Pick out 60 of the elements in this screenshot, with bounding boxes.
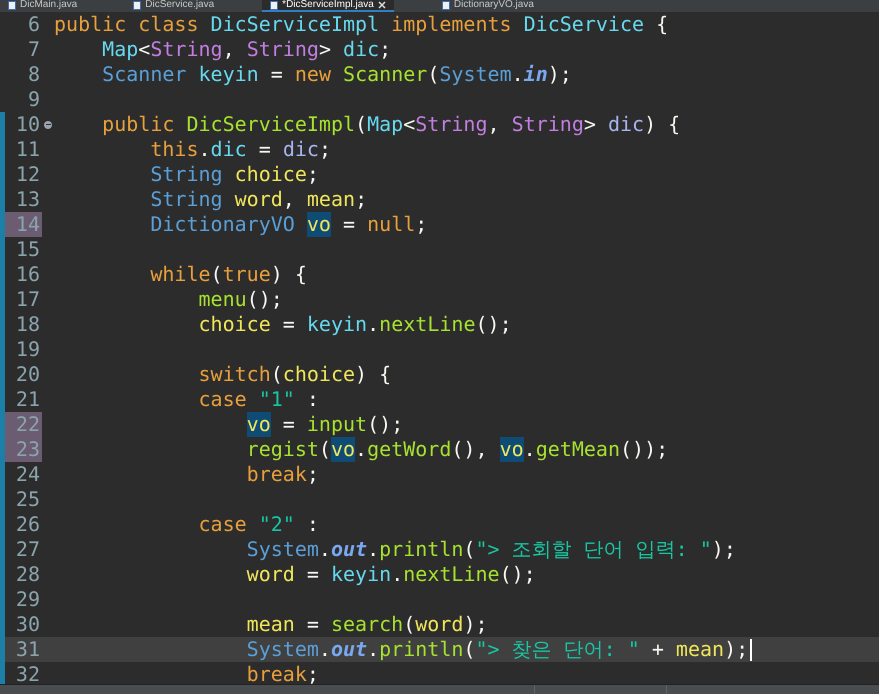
java-file-icon	[8, 0, 16, 10]
java-file-icon	[133, 0, 142, 10]
editor-tab[interactable]: DictionaryVO.java	[434, 0, 542, 12]
line-number: 19	[14, 337, 41, 362]
code-line: word = keyin.nextLine();	[246, 562, 536, 587]
code-line: menu();	[198, 287, 283, 312]
line-number: 30	[14, 612, 41, 637]
code-line: public class DicServiceImpl implements DicService {	[54, 12, 668, 37]
code-line: vo = input();	[246, 412, 404, 437]
line-number: 27	[14, 537, 41, 562]
code-line: String word, mean;	[149, 187, 368, 212]
line-number: 20	[14, 362, 41, 387]
line-number: 9	[26, 87, 41, 112]
line-number: 10	[14, 112, 41, 137]
line-number: 28	[14, 562, 41, 587]
code-line: mean = search(word);	[246, 612, 488, 637]
line-number: 7	[26, 37, 41, 62]
code-line: System.out.println("> 조회할 단어 입력: ");	[246, 537, 736, 562]
code-line: Map<String, String> dic;	[101, 37, 392, 62]
close-icon[interactable]	[378, 1, 386, 9]
code-line: DictionaryVO vo = null;	[149, 212, 428, 237]
code-line: String choice;	[149, 162, 319, 187]
code-line: switch(choice) {	[198, 362, 392, 387]
code-line: this.dic = dic;	[149, 137, 331, 162]
line-number: 29	[14, 587, 41, 612]
line-number: 14	[5, 212, 42, 237]
line-number: 32	[14, 662, 41, 684]
fold-icon[interactable]	[44, 120, 52, 128]
line-number: 31	[14, 637, 41, 662]
line-number: 26	[14, 512, 41, 537]
java-file-icon	[442, 0, 450, 10]
editor-tab[interactable]: DicService.java	[125, 0, 222, 12]
line-number: 22	[5, 412, 42, 437]
line-number: 8	[26, 62, 41, 87]
text-cursor	[750, 638, 752, 660]
line-number: 13	[14, 187, 41, 212]
code-line: regist(vo.getWord(), vo.getMean());	[246, 437, 668, 462]
code-line: while(true) {	[149, 262, 307, 287]
line-number: 17	[14, 287, 41, 312]
java-file-icon	[270, 0, 278, 10]
code-line: break;	[246, 462, 319, 487]
line-number: 23	[5, 437, 42, 462]
line-number: 16	[14, 262, 41, 287]
line-number: 18	[14, 312, 41, 337]
code-line: System.out.println("> 찾은 단어: " + mean);	[54, 637, 752, 662]
code-line: case "2" :	[198, 512, 319, 537]
code-line: public DicServiceImpl(Map<String, String> dic) {	[101, 112, 680, 137]
line-number: 15	[14, 237, 41, 262]
code-line: Scanner keyin = new Scanner(System.in);	[101, 62, 572, 87]
editor-tab[interactable]: DicMain.java	[0, 0, 86, 12]
code-line: case "1" :	[198, 387, 319, 412]
line-number: 25	[14, 487, 41, 512]
line-number: 21	[14, 387, 41, 412]
editor-tab[interactable]: *DicServiceImpl.java	[262, 0, 394, 12]
line-number: 11	[14, 137, 41, 162]
line-number: 12	[14, 162, 41, 187]
line-number: 24	[14, 462, 41, 487]
code-line: break;	[246, 662, 319, 684]
code-line: choice = keyin.nextLine();	[198, 312, 512, 337]
line-number: 6	[26, 12, 41, 37]
